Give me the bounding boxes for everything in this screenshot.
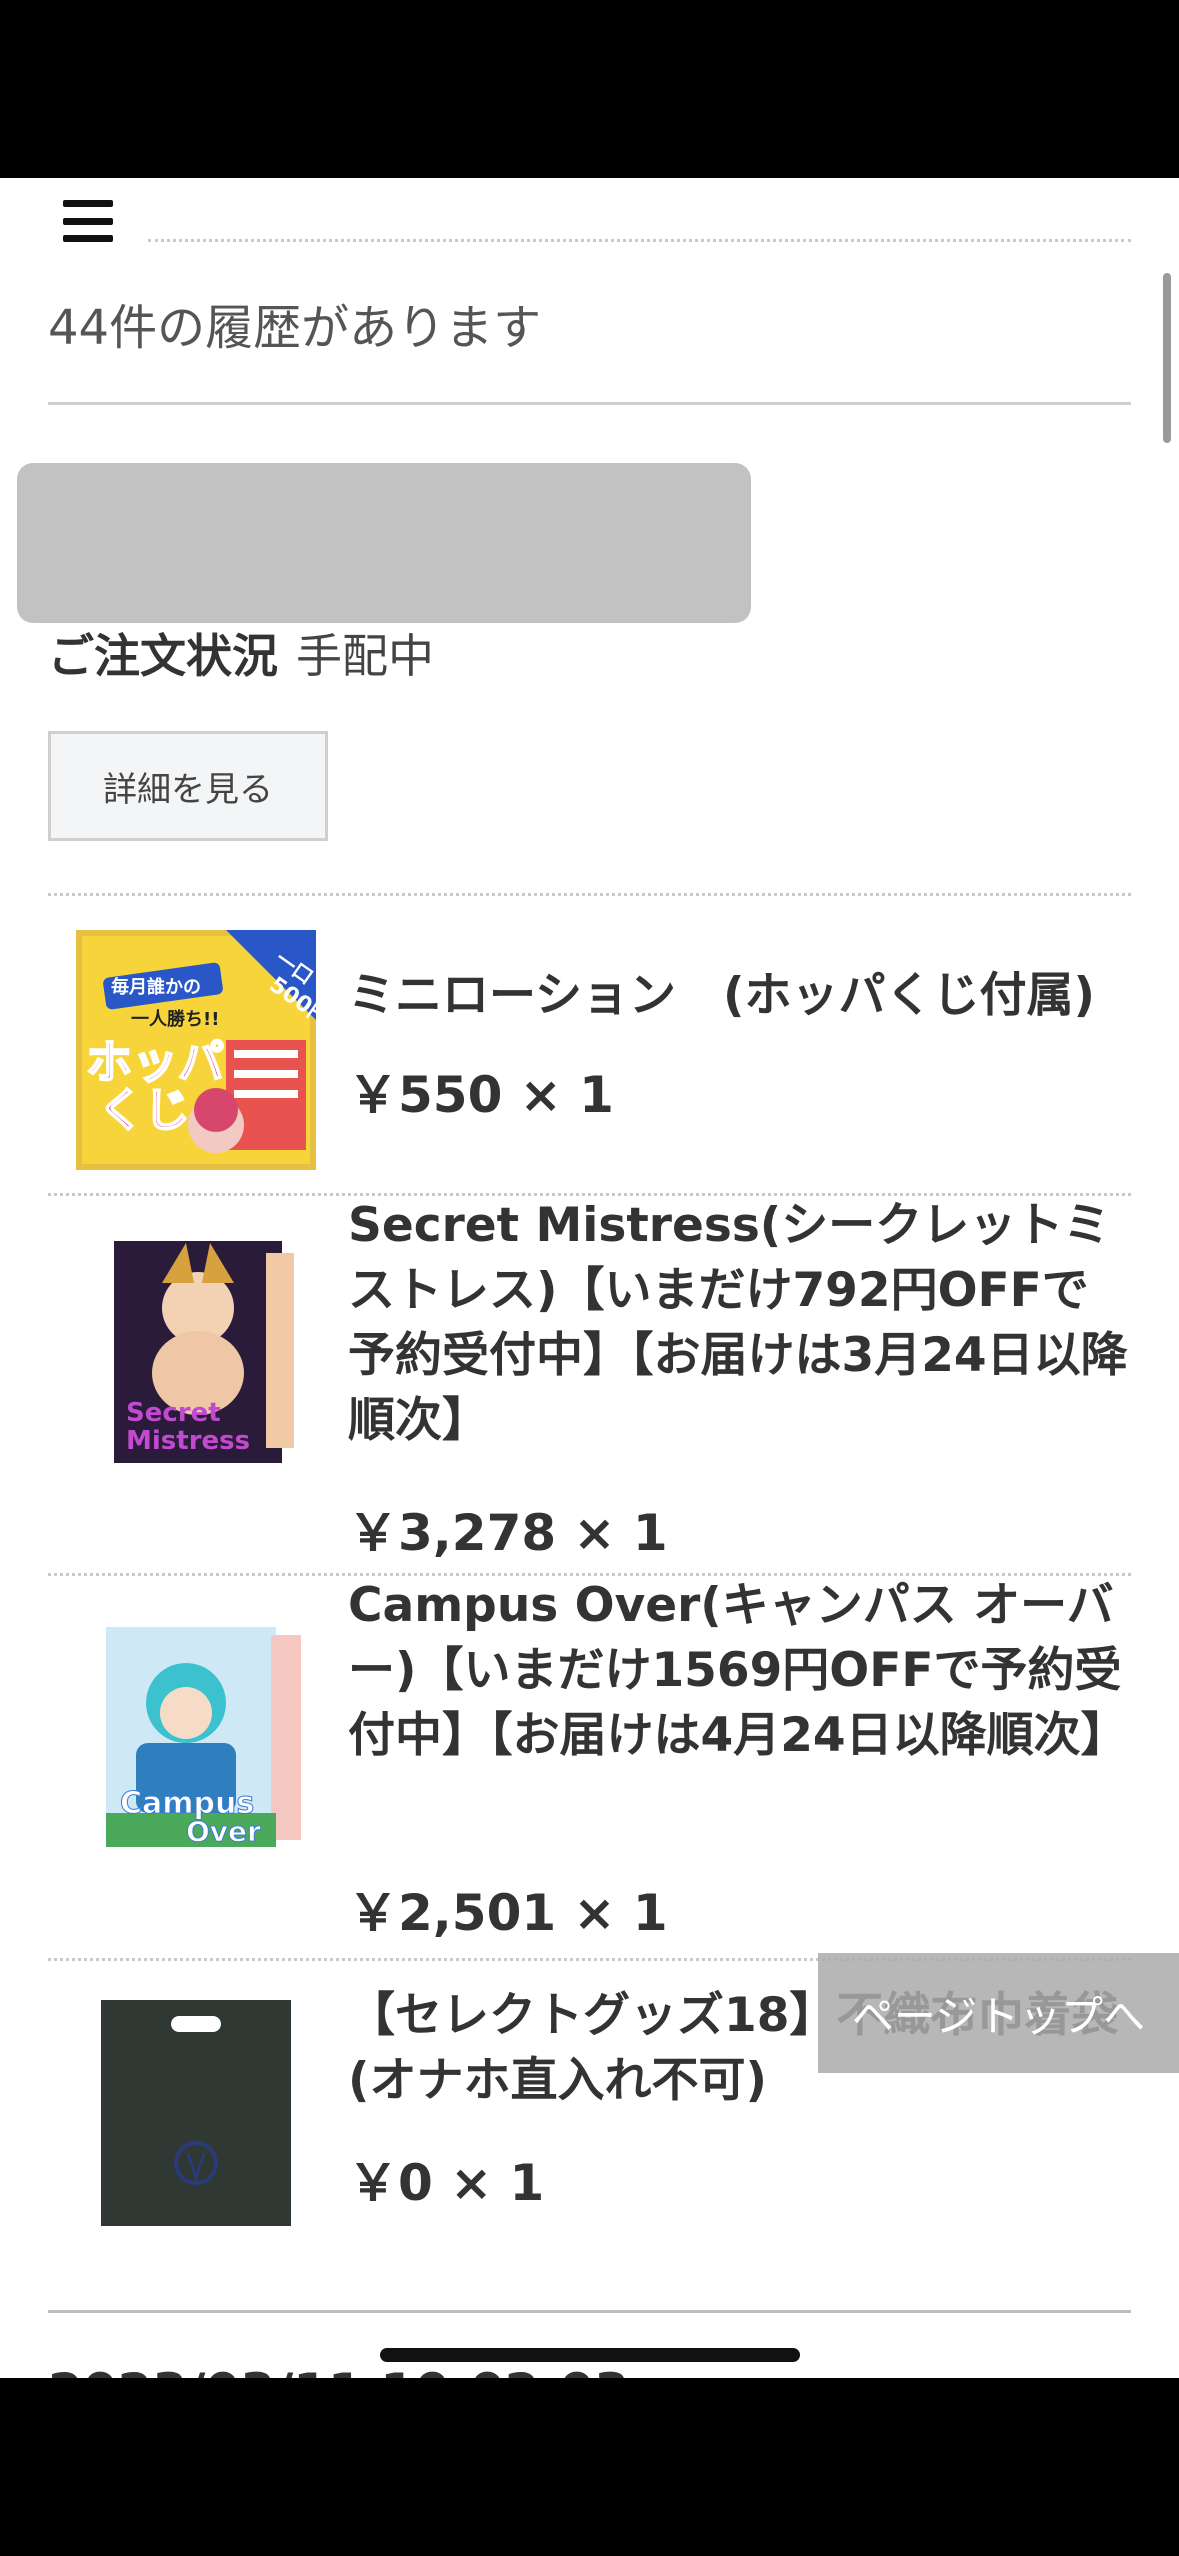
- order-item[interactable]: Secret Mistress Secret Mistress(シークレットミス…: [48, 1193, 1131, 1573]
- divider: [148, 239, 1131, 242]
- thumb-text: 一人勝ち!!: [131, 1008, 219, 1030]
- order-status: ご注文状況 手配中: [48, 620, 434, 686]
- thumb-text: Secret: [126, 1398, 221, 1428]
- scrollbar[interactable]: [1163, 273, 1171, 443]
- order-status-label: ご注文状況: [48, 629, 278, 683]
- thumb-text: 毎月誰かの: [111, 976, 201, 998]
- thumb-text: ホッパ: [86, 1035, 224, 1089]
- item-price: ￥550 × 1: [348, 1066, 614, 1124]
- item-price: ￥3,278 × 1: [348, 1504, 668, 1562]
- product-thumbnail[interactable]: Campus Over: [76, 1613, 316, 1853]
- redacted-block: [17, 463, 751, 623]
- next-order-date: 2023/03/11 10:02:03: [48, 2363, 629, 2378]
- item-title[interactable]: Secret Mistress(シークレットミストレス)【いまだけ792円OFF…: [348, 1193, 1131, 1453]
- product-thumbnail[interactable]: [76, 1988, 316, 2228]
- thumb-text: くじ: [98, 1083, 190, 1137]
- order-status-value: 手配中: [296, 629, 434, 683]
- menu-icon[interactable]: [63, 200, 113, 242]
- divider: [48, 402, 1131, 405]
- order-item[interactable]: 一口 500円 毎月誰かの 一人勝ち!! ホッパ くじ ミニローション (ホッパ…: [48, 893, 1131, 1193]
- back-to-top-button[interactable]: ページトップへ: [818, 1953, 1179, 2073]
- item-title[interactable]: ミニローション (ホッパくじ付属): [348, 963, 1131, 1028]
- history-count: 44件の履歴があります: [48, 300, 542, 356]
- product-thumbnail[interactable]: Secret Mistress: [76, 1223, 316, 1463]
- divider: [48, 2310, 1131, 2313]
- thumb-text: Over: [186, 1815, 261, 1848]
- item-title[interactable]: Campus Over(キャンパス オーバー)【いまだけ1569円OFFで予約受…: [348, 1573, 1131, 1768]
- product-thumbnail[interactable]: 一口 500円 毎月誰かの 一人勝ち!! ホッパ くじ: [76, 930, 316, 1170]
- item-price: ￥0 × 1: [348, 2154, 545, 2212]
- item-price: ￥2,501 × 1: [348, 1884, 668, 1942]
- thumb-text: Mistress: [126, 1426, 250, 1456]
- order-item[interactable]: Campus Over Campus Over(キャンパス オーバー)【いまだけ…: [48, 1573, 1131, 1953]
- home-indicator[interactable]: [380, 2348, 800, 2362]
- order-history-screen: 44件の履歴があります ご注文状況 手配中 詳細を見る 一口 500円 毎月誰か…: [0, 178, 1179, 2378]
- view-details-button[interactable]: 詳細を見る: [48, 731, 328, 841]
